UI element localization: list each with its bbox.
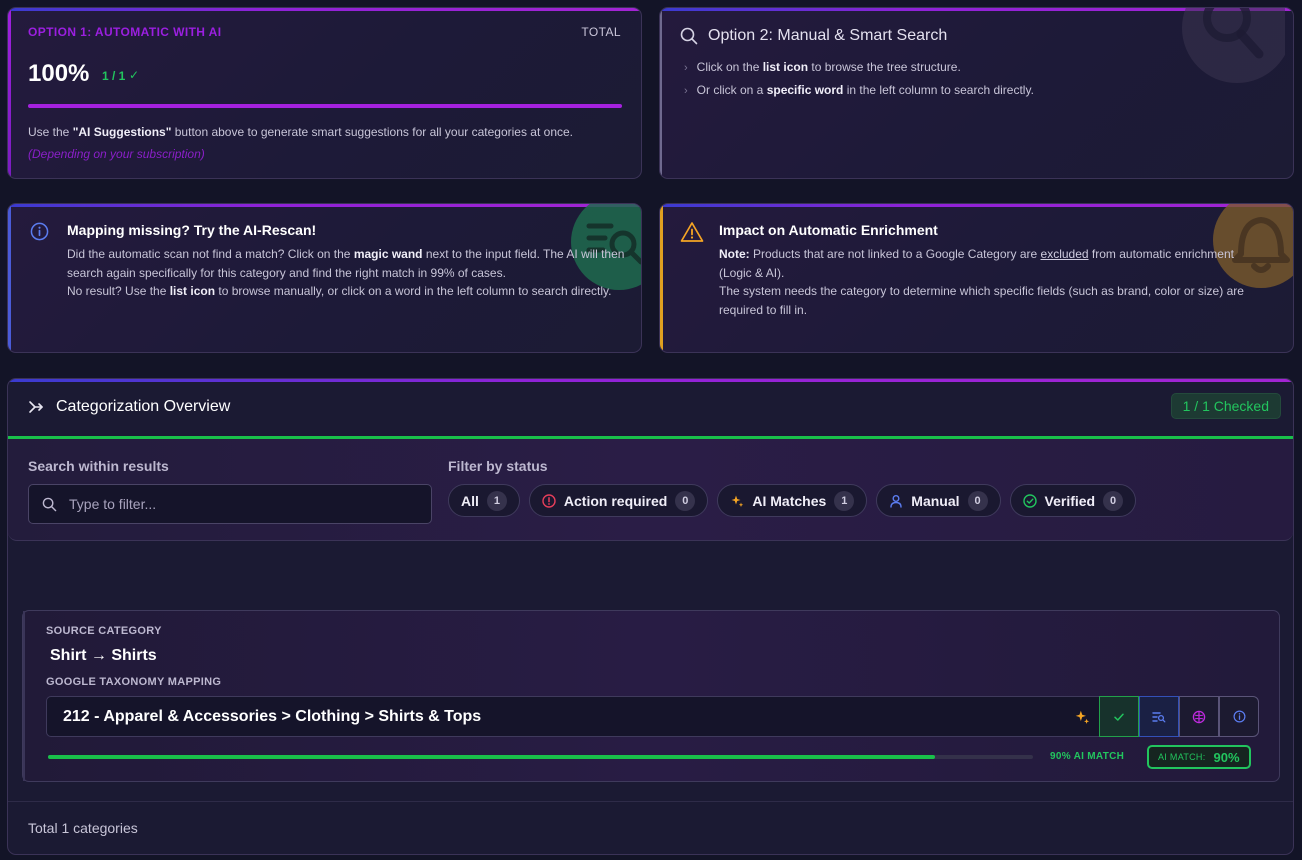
chip-label: AI Matches <box>752 492 827 509</box>
arrows-merge-icon <box>29 401 43 413</box>
check-circle-icon <box>1022 493 1037 508</box>
list-search-icon <box>1152 711 1166 722</box>
accent-bar <box>660 8 662 178</box>
chip-count: 0 <box>1103 490 1124 511</box>
row-accent-bar <box>23 611 25 781</box>
filter-verified-chip[interactable]: Verified 0 <box>1009 484 1137 517</box>
chip-count: 0 <box>967 490 988 511</box>
search-icon <box>680 27 698 45</box>
footer-divider <box>8 801 1293 802</box>
mapping-missing-card: Mapping missing? Try the AI-Rescan! Did … <box>7 203 642 353</box>
filter-action-required-chip[interactable]: Action required 0 <box>528 484 709 517</box>
accent-bar <box>8 204 11 352</box>
total-categories: Total 1 categories <box>28 820 138 836</box>
chip-label: Action required <box>563 492 668 509</box>
completion-progress-bar <box>28 104 622 108</box>
chip-label: All <box>461 492 479 509</box>
subscription-note: (Depending on your subscription) <box>28 147 205 161</box>
categorization-overview: Categorization Overview 1 / 1 Checked Se… <box>7 378 1294 855</box>
taxonomy-mapping-label: GOOGLE TAXONOMY MAPPING <box>46 676 222 688</box>
overview-title: Categorization Overview <box>56 398 231 415</box>
chip-count: 1 <box>834 490 855 511</box>
taxonomy-mapping-value: 212 - Apparel & Accessories > Clothing >… <box>63 708 482 725</box>
accent-bar <box>660 204 663 352</box>
chevron-right-icon: › <box>684 85 688 97</box>
search-field[interactable] <box>28 484 432 524</box>
sparkles-icon <box>731 495 744 507</box>
impact-card: Impact on Automatic Enrichment Note: Pro… <box>659 203 1294 353</box>
option2-title: Option 2: Manual & Smart Search <box>708 27 948 44</box>
check-icon <box>1114 713 1124 721</box>
completion-fraction: 1 / 1 <box>102 69 126 83</box>
ai-match-badge-label: AI MATCH: <box>1158 752 1206 762</box>
status-filter-chips: All 1 Action required 0 AI Matches 1 Man… <box>448 484 1137 517</box>
info-button[interactable] <box>1219 696 1259 737</box>
sparkles-icon <box>1075 710 1090 724</box>
source-category-value[interactable]: Shirt → Shirts <box>50 647 157 665</box>
category-mapping-row: SOURCE CATEGORY Shirt → Shirts GOOGLE TA… <box>22 610 1280 782</box>
info-icon <box>1233 710 1245 723</box>
filter-manual-chip[interactable]: Manual 0 <box>876 484 1001 517</box>
browse-tree-button[interactable] <box>1139 696 1179 737</box>
total-label: TOTAL <box>581 25 621 39</box>
accent-bar <box>8 8 11 178</box>
search-label: Search within results <box>28 458 169 474</box>
mapping-missing-text: Did the automatic scan not find a match?… <box>67 247 625 298</box>
search-icon <box>42 497 57 512</box>
chip-label: Verified <box>1044 492 1096 509</box>
ai-match-badge-value: 90% <box>1213 749 1240 765</box>
impact-text: Note: Products that are not linked to a … <box>719 247 1244 317</box>
filter-label: Filter by status <box>448 458 548 474</box>
option2-card: Option 2: Manual & Smart Search › Click o… <box>659 7 1294 179</box>
check-icon: ✓ <box>129 68 140 82</box>
info-icon <box>30 222 49 241</box>
chevron-right-icon: › <box>684 62 688 74</box>
option1-description: Use the "AI Suggestions" button above to… <box>28 125 573 139</box>
filter-all-chip[interactable]: All 1 <box>448 484 520 517</box>
alert-circle-icon <box>542 493 556 508</box>
impact-title: Impact on Automatic Enrichment <box>719 222 938 238</box>
filter-ai-matches-chip[interactable]: AI Matches 1 <box>717 484 868 517</box>
option1-card: OPTION 1: AUTOMATIC WITH AI TOTAL 100% 1… <box>7 7 642 179</box>
user-icon <box>890 494 902 508</box>
source-category-label: SOURCE CATEGORY <box>46 625 162 637</box>
filter-panel: Search within results Filter by status A… <box>8 439 1293 541</box>
ai-match-badge: AI MATCH: 90% <box>1147 745 1251 769</box>
match-percent-text: 90% AI MATCH <box>1050 751 1125 762</box>
list-item: › Click on the list icon to browse the tr… <box>684 60 961 74</box>
chip-label: Manual <box>911 492 960 509</box>
warning-icon <box>680 222 704 242</box>
chip-count: 0 <box>675 490 696 511</box>
list-item: › Or click on a specific word in the left… <box>684 83 1034 97</box>
option2-instructions: › Click on the list icon to browse the tr… <box>684 56 1034 102</box>
completion-percent: 100% <box>28 60 90 87</box>
ai-rescan-button[interactable] <box>1179 696 1219 737</box>
match-progress-track <box>48 755 1033 759</box>
option1-title: OPTION 1: AUTOMATIC WITH AI <box>28 25 222 39</box>
chip-count: 1 <box>486 490 507 511</box>
confirm-button[interactable] <box>1099 696 1139 737</box>
taxonomy-mapping-input[interactable]: 212 - Apparel & Accessories > Clothing >… <box>46 696 1100 737</box>
match-progress-fill <box>48 755 935 759</box>
brain-icon <box>1192 710 1206 723</box>
checked-count-badge: 1 / 1 Checked <box>1170 393 1281 419</box>
search-watermark-icon <box>1182 8 1285 83</box>
search-input[interactable] <box>69 485 419 523</box>
mapping-missing-title: Mapping missing? Try the AI-Rescan! <box>67 222 317 238</box>
